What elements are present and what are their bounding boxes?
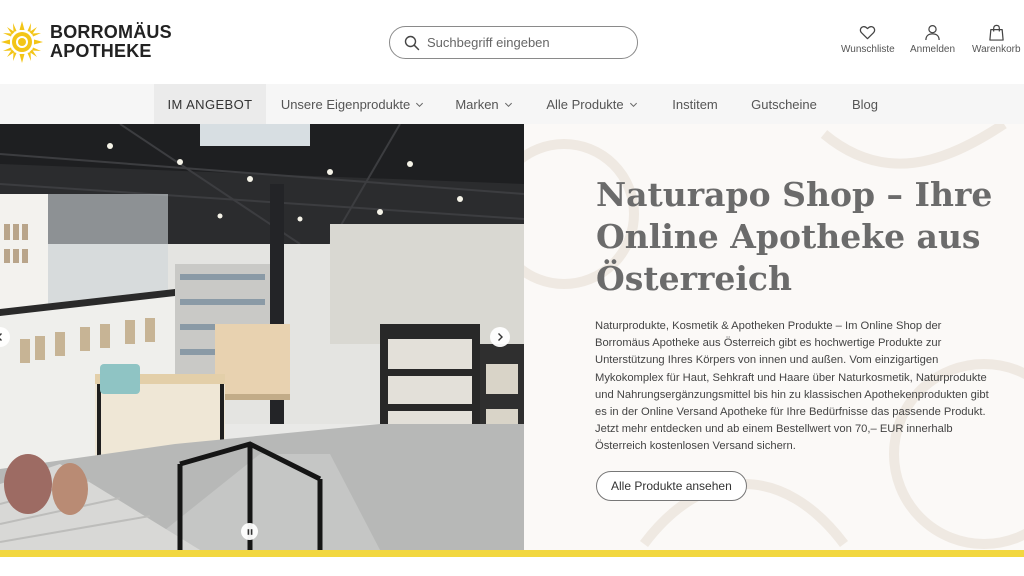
search-bar[interactable] <box>389 26 638 59</box>
pause-icon <box>247 528 252 535</box>
cart-label: Warenkorb <box>972 44 1021 55</box>
nav-label: Alle Produkte <box>546 96 624 112</box>
chevron-down-icon <box>416 102 424 107</box>
hero-banner: Naturapo Shop – Ihre Online Apotheke aus… <box>0 124 1024 550</box>
user-icon <box>925 24 940 41</box>
cart-button[interactable]: Warenkorb <box>972 24 1021 55</box>
brand-line-2: APOTHEKE <box>50 41 152 61</box>
store-interior-image <box>0 124 524 550</box>
brand-line-1: BORROMÄUS <box>50 22 172 42</box>
search-input[interactable] <box>427 35 617 50</box>
hero-description: Naturprodukte, Kosmetik & Apotheken Prod… <box>595 320 989 453</box>
nav-label: IM ANGEBOT <box>167 96 253 112</box>
all-products-button[interactable]: Alle Produkte ansehen <box>596 471 747 501</box>
store-interior-photo <box>0 124 524 550</box>
nav-item-alle-produkte[interactable]: Alle Produkte <box>543 84 641 124</box>
nav-label: Gutscheine <box>751 96 817 112</box>
shopping-bag-icon <box>989 24 1004 41</box>
nav-label: Institem <box>672 96 718 112</box>
nav-label: Blog <box>851 96 879 112</box>
nav-item-im-angebot[interactable]: IM ANGEBOT <box>154 84 266 124</box>
chevron-down-icon <box>504 102 512 107</box>
nav-item-blog[interactable]: Blog <box>846 84 884 124</box>
main-navigation: IM ANGEBOT Unsere Eigenprodukte Marken A… <box>0 84 1024 124</box>
site-header: BORROMÄUS APOTHEKE Wunschliste Anmelden … <box>0 0 1024 84</box>
login-button[interactable]: Anmelden <box>910 24 955 55</box>
wishlist-button[interactable]: Wunschliste <box>841 24 895 55</box>
search-icon[interactable] <box>404 35 420 51</box>
chevron-down-icon <box>629 102 637 107</box>
hero-title: Naturapo Shop – Ihre Online Apotheke aus… <box>596 175 993 298</box>
accent-bar <box>0 550 1024 557</box>
login-label: Anmelden <box>910 44 956 55</box>
nav-item-marken[interactable]: Marken <box>450 84 518 124</box>
carousel-next-button[interactable] <box>490 327 510 347</box>
chevron-left-icon <box>0 333 2 341</box>
brand-logo[interactable]: BORROMÄUS APOTHEKE <box>0 19 172 65</box>
wishlist-label: Wunschliste <box>841 44 895 55</box>
brand-name: BORROMÄUS APOTHEKE <box>50 23 172 61</box>
chevron-right-icon <box>498 333 503 341</box>
nav-label: Unsere Eigenprodukte <box>280 96 411 112</box>
sun-logo-icon <box>1 21 43 63</box>
nav-item-institem[interactable]: Institem <box>666 84 724 124</box>
carousel-pause-button[interactable] <box>241 523 258 540</box>
hero-text-panel: Naturapo Shop – Ihre Online Apotheke aus… <box>524 124 1024 550</box>
nav-item-gutscheine[interactable]: Gutscheine <box>748 84 820 124</box>
heart-icon <box>860 26 876 40</box>
nav-item-eigenprodukte[interactable]: Unsere Eigenprodukte <box>280 84 425 124</box>
nav-label: Marken <box>455 96 499 112</box>
